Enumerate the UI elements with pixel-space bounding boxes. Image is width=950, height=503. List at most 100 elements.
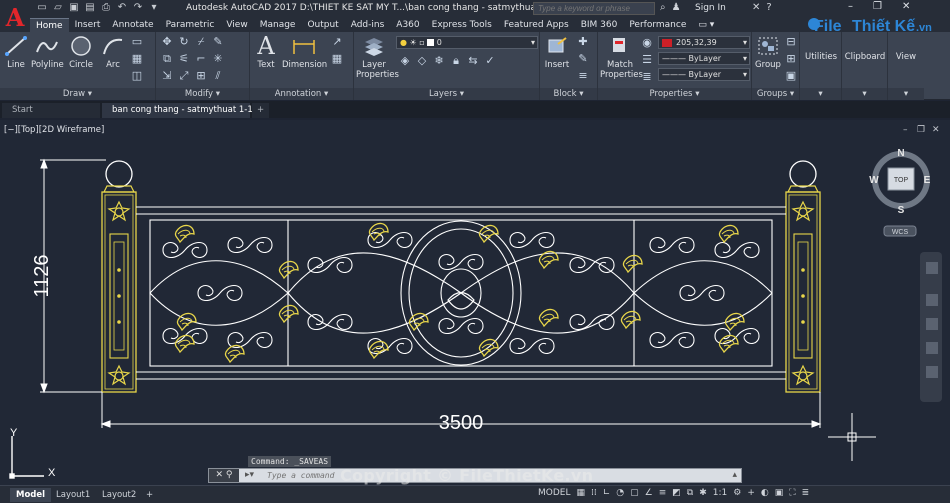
save-as-icon[interactable]: ▤ bbox=[84, 2, 96, 14]
tab-a360[interactable]: A360 bbox=[390, 18, 425, 32]
user-icon[interactable]: ♟ bbox=[672, 2, 681, 13]
otrack-icon[interactable]: ∠ bbox=[645, 488, 653, 498]
plus-icon[interactable]: + bbox=[747, 488, 755, 498]
tab-annotate[interactable]: Annotate bbox=[106, 18, 159, 32]
model-space-toggle[interactable]: MODEL bbox=[538, 488, 570, 498]
clean-screen-icon[interactable]: ⛶ bbox=[789, 488, 795, 498]
lineweight-toggle-icon[interactable]: ≡ bbox=[659, 488, 667, 498]
tab-add-ins[interactable]: Add-ins bbox=[345, 18, 391, 32]
print-icon[interactable]: ⎙ bbox=[100, 2, 112, 14]
erase-icon[interactable]: ✎ bbox=[211, 35, 225, 49]
mirror-icon[interactable]: ⚟ bbox=[177, 52, 191, 66]
scale-icon[interactable]: ⤢ bbox=[177, 69, 191, 83]
tab-performance[interactable]: Performance bbox=[623, 18, 692, 32]
navigation-bar[interactable] bbox=[920, 252, 942, 402]
utilities-button[interactable]: Utilities bbox=[802, 52, 840, 62]
selection-cycling-icon[interactable]: ⧉ bbox=[687, 488, 693, 498]
tab-home[interactable]: Home bbox=[30, 18, 69, 32]
viewport-close-icon[interactable]: ✕ bbox=[932, 125, 940, 135]
viewport-controls-label[interactable]: [−][Top][2D Wireframe] bbox=[4, 125, 104, 135]
tab-parametric[interactable]: Parametric bbox=[160, 18, 221, 32]
tab-bim-360[interactable]: BIM 360 bbox=[575, 18, 624, 32]
clipboard-button[interactable]: Clipboard bbox=[844, 52, 886, 62]
ungroup-icon[interactable]: ⊟ bbox=[784, 35, 798, 49]
annotation-visibility-icon[interactable]: ✱ bbox=[699, 488, 707, 498]
lineweight-icon[interactable]: ≣ bbox=[640, 70, 654, 84]
group-select-icon[interactable]: ▣ bbox=[784, 69, 798, 83]
arc-button[interactable]: Arc bbox=[99, 34, 127, 70]
table-icon[interactable]: ▦ bbox=[330, 52, 344, 66]
layer-freeze-icon[interactable]: ❄ bbox=[432, 54, 446, 68]
layer-off-icon[interactable]: ◈ bbox=[398, 54, 412, 68]
undo-icon[interactable]: ↶ bbox=[116, 2, 128, 14]
new-file-icon[interactable]: ▭ bbox=[36, 2, 48, 14]
polyline-button[interactable]: Polyline bbox=[31, 34, 64, 70]
move-icon[interactable]: ✥ bbox=[160, 35, 174, 49]
tab-manage[interactable]: Manage bbox=[254, 18, 302, 32]
groups-panel-label[interactable]: Groups ▾ bbox=[752, 88, 799, 100]
tab-output[interactable]: Output bbox=[301, 18, 344, 32]
layer-match-icon[interactable]: ⇆ bbox=[466, 54, 480, 68]
lineweight-dropdown[interactable]: ——— ByLayer ▾ bbox=[658, 68, 750, 81]
draw-panel-label[interactable]: Draw ▾ bbox=[0, 88, 155, 100]
match-properties-button[interactable]: Match Properties bbox=[600, 34, 643, 80]
linetype-dropdown[interactable]: ——— ByLayer ▾ bbox=[658, 52, 750, 65]
insert-button[interactable]: Insert bbox=[542, 34, 572, 70]
gradient-icon[interactable]: ◫ bbox=[130, 69, 144, 83]
rectangle-icon[interactable]: ▭ bbox=[130, 35, 144, 49]
view-button[interactable]: View bbox=[890, 52, 922, 62]
attribute-icon[interactable]: ≡ bbox=[576, 69, 590, 83]
add-layout-button[interactable]: + bbox=[140, 488, 159, 502]
trim-icon[interactable]: ⌿ bbox=[194, 35, 208, 49]
clipboard-expand[interactable]: ▾ bbox=[842, 88, 887, 100]
layer-current-icon[interactable]: ✓ bbox=[483, 54, 497, 68]
redo-icon[interactable]: ↷ bbox=[132, 2, 144, 14]
create-block-icon[interactable]: ✚ bbox=[576, 35, 590, 49]
utilities-expand[interactable]: ▾ bbox=[800, 88, 841, 100]
layer-dropdown[interactable]: ● ☀ ▫ 0 ▾ bbox=[396, 36, 538, 49]
dropdown-icon[interactable]: ▾ bbox=[148, 2, 160, 14]
edit-block-icon[interactable]: ✎ bbox=[576, 52, 590, 66]
tab-featured-apps[interactable]: Featured Apps bbox=[498, 18, 575, 32]
search-input[interactable] bbox=[533, 2, 655, 15]
offset-icon[interactable]: ⫽ bbox=[211, 69, 225, 83]
layout-tab-layout1[interactable]: Layout1 bbox=[50, 488, 96, 502]
layout-tab-model[interactable]: Model bbox=[10, 488, 52, 502]
command-expand-icon[interactable]: ▴ bbox=[732, 470, 737, 480]
customize-icon[interactable]: ≣ bbox=[802, 488, 810, 498]
tab-express-tools[interactable]: Express Tools bbox=[426, 18, 498, 32]
exchange-icon[interactable]: ✕ bbox=[752, 2, 760, 13]
block-panel-label[interactable]: Block ▾ bbox=[540, 88, 597, 100]
viewport-restore-icon[interactable]: ❐ bbox=[917, 125, 925, 135]
palette-icon[interactable]: ◉ bbox=[640, 36, 654, 50]
modify-panel-label[interactable]: Modify ▾ bbox=[156, 88, 249, 100]
copy-icon[interactable]: ⧉ bbox=[160, 52, 174, 66]
command-close-icon[interactable]: ✕ ⚲ bbox=[209, 469, 239, 482]
tab-start[interactable]: Start bbox=[2, 103, 100, 118]
command-prompt-icon[interactable]: ▸▾ bbox=[245, 470, 254, 480]
grid-icon[interactable]: ▦ bbox=[576, 488, 585, 498]
layer-isolate-icon[interactable]: ◇ bbox=[415, 54, 429, 68]
group-button[interactable]: Group bbox=[754, 34, 782, 70]
workspace-gear-icon[interactable]: ⚙ bbox=[733, 488, 741, 498]
layer-lock-icon[interactable]: 🔒︎ bbox=[449, 54, 463, 68]
color-dropdown[interactable]: 205,32,39 ▾ bbox=[658, 36, 750, 49]
viewport-minimize-icon[interactable]: – bbox=[903, 125, 908, 135]
viewcube[interactable]: TOP N S E W bbox=[869, 148, 930, 216]
tab-drawing[interactable]: ban cong thang - satmythuat 1-1 ✕ bbox=[102, 103, 253, 130]
line-button[interactable]: Line bbox=[3, 34, 29, 70]
stretch-icon[interactable]: ⇲ bbox=[160, 69, 174, 83]
explode-icon[interactable]: ✳ bbox=[211, 52, 225, 66]
polar-icon[interactable]: ◔ bbox=[616, 488, 624, 498]
osnap-icon[interactable]: ▢ bbox=[630, 488, 639, 498]
tab-insert[interactable]: Insert bbox=[69, 18, 107, 32]
layers-panel-label[interactable]: Layers ▾ bbox=[354, 88, 539, 100]
new-tab-button[interactable]: + bbox=[252, 103, 270, 118]
properties-panel-label[interactable]: Properties ▾ bbox=[598, 88, 751, 100]
linetype-icon[interactable]: ☰ bbox=[640, 53, 654, 67]
leader-icon[interactable]: ↗ bbox=[330, 35, 344, 49]
app-menu-button[interactable]: A bbox=[0, 0, 30, 34]
circle-button[interactable]: Circle bbox=[67, 34, 95, 70]
layout-tab-layout2[interactable]: Layout2 bbox=[96, 488, 142, 502]
fillet-icon[interactable]: ⌐ bbox=[194, 52, 208, 66]
